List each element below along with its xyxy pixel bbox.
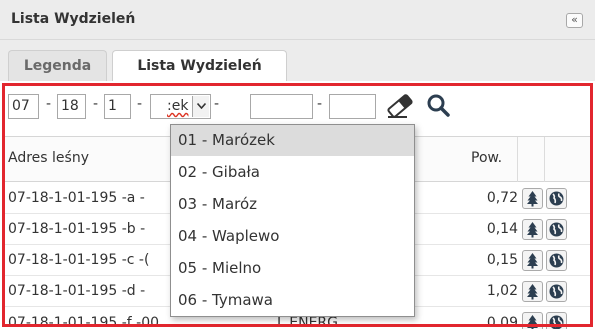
cell-area: 0,15 (486, 252, 518, 268)
globe-icon[interactable] (546, 312, 567, 329)
filter-field-3[interactable]: 1 (104, 94, 131, 119)
separator: - (137, 96, 143, 112)
dropdown-list: 01 - Marózek 02 - Gibała 03 - Maróz 04 -… (170, 124, 415, 317)
separator: - (46, 96, 52, 112)
collapse-button[interactable]: « (566, 13, 583, 28)
tree-icon[interactable] (522, 281, 543, 302)
column-divider (544, 137, 545, 182)
panel-title: Lista Wydzieleń (11, 11, 136, 27)
tab-legenda[interactable]: Legenda (8, 50, 107, 81)
cell-address: 07-18-1-01-195 -d - (8, 283, 146, 299)
tree-icon[interactable] (522, 312, 543, 329)
tree-icon[interactable] (522, 188, 543, 209)
separator: - (317, 96, 323, 112)
dropdown-option[interactable]: 06 - Tymawa (171, 285, 414, 316)
dropdown-option[interactable]: 01 - Marózek (171, 125, 414, 156)
globe-icon[interactable] (546, 188, 567, 209)
cell-area: 0.09 (486, 315, 518, 329)
cell-address: 07-18-1-01-195 -b - (8, 221, 146, 237)
chevron-down-icon[interactable] (192, 96, 209, 117)
column-divider (517, 137, 518, 182)
dropdown-option[interactable]: 02 - Gibała (171, 157, 414, 188)
column-header-area[interactable]: Pow. (471, 150, 502, 166)
panel-header: Lista Wydzieleń « (0, 0, 595, 40)
globe-icon[interactable] (546, 219, 567, 240)
search-icon[interactable] (425, 92, 453, 120)
globe-icon[interactable] (546, 250, 567, 271)
dropdown-option[interactable]: 04 - Waplewo (171, 221, 414, 252)
dropdown-option[interactable]: 03 - Maróz (171, 189, 414, 220)
filter-field-6[interactable] (329, 94, 376, 119)
cell-area: 1,02 (486, 283, 518, 299)
tree-icon[interactable] (522, 250, 543, 271)
tab-bar: Legenda Lista Wydzieleń (0, 40, 595, 82)
filter-field-5[interactable] (250, 94, 313, 119)
filter-field-2[interactable]: 18 (57, 94, 86, 119)
cell-area: 0,14 (486, 221, 518, 237)
column-header-address[interactable]: Adres leśny (8, 150, 89, 166)
dropdown-option[interactable]: 05 - Mielno (171, 253, 414, 284)
cell-address: 07-18-1-01-195 -a - (8, 190, 145, 206)
separator: - (214, 96, 220, 112)
eraser-icon[interactable] (385, 91, 415, 121)
filter-select-value: :ek (167, 98, 189, 114)
filter-field-1[interactable]: 07 (8, 94, 39, 119)
cell-area: 0,72 (486, 190, 518, 206)
tree-icon[interactable] (522, 219, 543, 240)
cell-address: 07-18-1-01-195 -c -( (8, 252, 150, 268)
filter-select-4[interactable]: :ek (150, 94, 211, 119)
separator: - (93, 96, 99, 112)
globe-icon[interactable] (546, 281, 567, 302)
cell-extra: L ENERG (277, 315, 338, 329)
cell-address: 07-18-1-01-195 -f -00 (8, 315, 160, 329)
tab-lista-wydzielen[interactable]: Lista Wydzieleń (112, 50, 287, 82)
